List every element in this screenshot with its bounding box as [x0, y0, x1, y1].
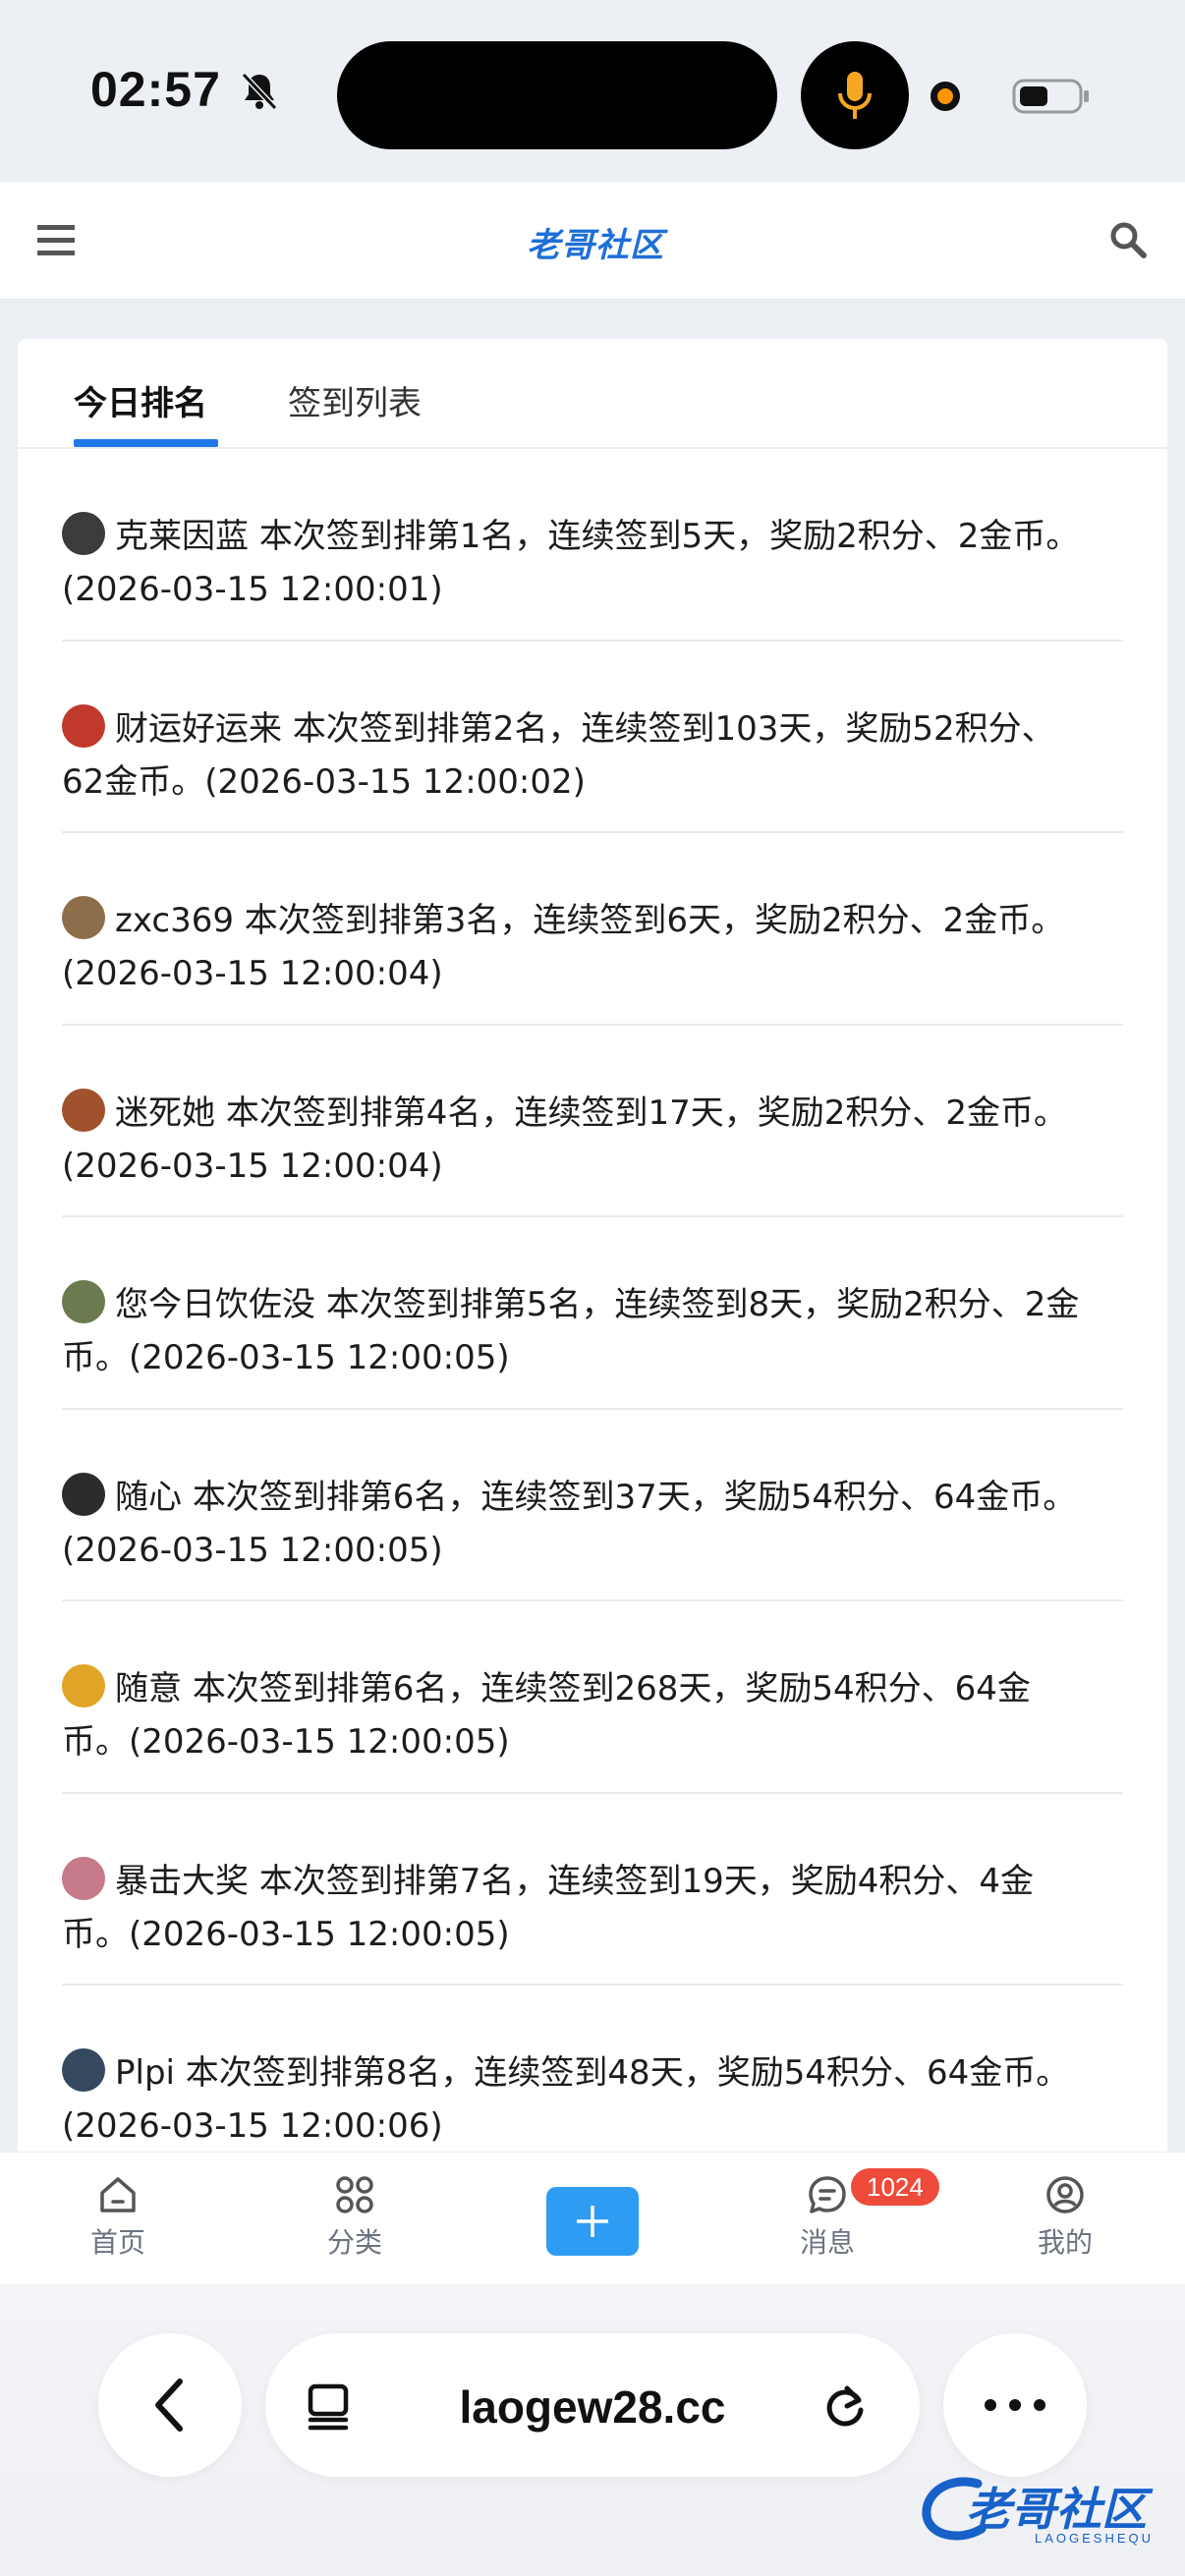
messages-badge: 1024: [851, 2168, 939, 2206]
checkin-time: (2026-03-15 12:00:04): [62, 954, 443, 993]
user-name[interactable]: 您今日饮佐没: [115, 1285, 315, 1324]
nav-category[interactable]: 分类: [296, 2174, 414, 2261]
checkin-time: 币。(2026-03-15 12:00:05): [62, 1338, 510, 1377]
avatar[interactable]: [62, 1280, 105, 1323]
bottom-nav: 首页 分类 消息 我的: [0, 2152, 1185, 2284]
list-item: 暴击大奖 本次签到排第7名，连续签到19天，奖励4积分、4金 币。(2026-0…: [62, 1794, 1123, 1986]
checkin-text: 本次签到排第3名，连续签到6天，奖励2积分、2金币。: [244, 901, 1065, 940]
site-logo[interactable]: 老哥社区: [527, 217, 664, 266]
list-item: 随意 本次签到排第6名，连续签到268天，奖励54积分、64金 币。(2026-…: [62, 1601, 1123, 1794]
checkin-text: 本次签到排第6名，连续签到268天，奖励54积分、64金: [192, 1669, 1031, 1708]
avatar[interactable]: [62, 2048, 105, 2092]
chevron-left-icon: [155, 2379, 183, 2432]
checkin-time: 币。(2026-03-15 12:00:05): [62, 1914, 510, 1954]
search-icon[interactable]: [1108, 220, 1148, 259]
user-name[interactable]: 暴击大奖: [115, 1862, 249, 1901]
status-time: 02:57: [90, 62, 221, 117]
watermark-text: 老哥社区: [966, 2483, 1147, 2536]
checkin-time: 币。(2026-03-15 12:00:05): [62, 1722, 510, 1762]
battery-icon: [1012, 79, 1089, 114]
tab-today-rank[interactable]: 今日排名: [74, 376, 207, 424]
ellipsis-icon: [985, 2399, 1045, 2411]
checkin-text: 本次签到排第8名，连续签到48天，奖励54积分、64金币。: [185, 2053, 1070, 2093]
plus-icon: [577, 2206, 608, 2237]
dynamic-island: [337, 41, 777, 149]
user-name[interactable]: 迷死她: [115, 1093, 215, 1133]
user-name[interactable]: 财运好运来: [115, 709, 282, 749]
list-item: 克莱因蓝 本次签到排第1名，连续签到5天，奖励2积分、2金币。 (2026-03…: [62, 449, 1123, 642]
nav-mine-label: 我的: [1037, 2226, 1093, 2259]
user-name[interactable]: Plpi: [115, 2053, 175, 2093]
list-item: Plpi 本次签到排第8名，连续签到48天，奖励54积分、64金币。 (2026…: [62, 1986, 1123, 2156]
checkin-text: 本次签到排第2名，连续签到103天，奖励52积分、: [292, 708, 1055, 749]
checkin-time: (2026-03-15 12:00:06): [62, 2106, 443, 2146]
checkin-text: 本次签到排第5名，连续签到8天，奖励2积分、2金: [325, 1285, 1080, 1324]
address-bar[interactable]: laogew28.cc: [265, 2333, 920, 2477]
user-name[interactable]: 随心: [115, 1478, 182, 1517]
list-item: 您今日饮佐没 本次签到排第5名，连续签到8天，奖励2积分、2金 币。(2026-…: [62, 1217, 1123, 1410]
checkin-text: 本次签到排第7名，连续签到19天，奖励4积分、4金: [258, 1861, 1034, 1901]
list-item: 随心 本次签到排第6名，连续签到37天，奖励54积分、64金币。 (2026-0…: [62, 1410, 1123, 1601]
reload-icon[interactable]: [821, 2380, 871, 2430]
user-circle-icon: [1046, 2176, 1084, 2213]
chat-icon: [809, 2176, 846, 2213]
tab-bar: 今日排名 签到列表: [18, 339, 1167, 449]
avatar[interactable]: [62, 1664, 105, 1708]
back-button[interactable]: [98, 2333, 242, 2477]
avatar[interactable]: [62, 1472, 105, 1516]
avatar[interactable]: [62, 703, 105, 748]
user-name[interactable]: 随意: [115, 1669, 182, 1708]
avatar[interactable]: [62, 1856, 105, 1900]
user-name[interactable]: 克莱因蓝: [115, 517, 249, 556]
checkin-card: 今日排名 签到列表 克莱因蓝 本次签到排第1名，连续签到5天，奖励2积分、2金币…: [18, 339, 1167, 2156]
microphone-icon: [838, 72, 872, 119]
checkin-time: 62金币。(2026-03-15 12:00:02): [62, 761, 586, 802]
rank-list: 克莱因蓝 本次签到排第1名，连续签到5天，奖励2积分、2金币。 (2026-03…: [62, 449, 1123, 2156]
nav-category-label: 分类: [326, 2226, 382, 2259]
mic-indicator: [801, 41, 909, 149]
grid-icon: [336, 2176, 373, 2213]
bell-off-icon: [241, 72, 278, 111]
menu-icon[interactable]: [35, 221, 79, 260]
nav-messages-label: 消息: [799, 2226, 855, 2259]
checkin-time: (2026-03-15 12:00:05): [62, 1530, 443, 1570]
avatar[interactable]: [62, 896, 105, 939]
active-tab-indicator: [74, 439, 218, 447]
checkin-text: 本次签到排第1名，连续签到5天，奖励2积分、2金币。: [258, 517, 1080, 556]
recording-dot: [931, 82, 960, 111]
site-header: 老哥社区: [0, 182, 1185, 300]
list-item: zxc369 本次签到排第3名，连续签到6天，奖励2积分、2金币。 (2026-…: [62, 833, 1123, 1026]
list-item: 迷死她 本次签到排第4名，连续签到17天，奖励2积分、2金币。 (2026-03…: [62, 1026, 1123, 1217]
user-name[interactable]: zxc369: [115, 901, 234, 940]
avatar[interactable]: [62, 1088, 105, 1132]
avatar[interactable]: [62, 512, 105, 555]
watermark-logo: 老哥社区 LAOGESHEQU: [919, 2466, 1174, 2554]
tab-checkin-list[interactable]: 签到列表: [288, 376, 422, 424]
logo-text: 老哥社区: [527, 225, 664, 265]
watermark-subtext: LAOGESHEQU: [1035, 2531, 1155, 2546]
nav-home-label: 首页: [89, 2226, 145, 2259]
checkin-time: (2026-03-15 12:00:01): [62, 570, 443, 609]
add-post-button[interactable]: [546, 2187, 639, 2256]
home-icon: [100, 2177, 136, 2212]
checkin-time: (2026-03-15 12:00:04): [62, 1146, 443, 1186]
nav-home[interactable]: 首页: [59, 2174, 177, 2261]
list-item: 财运好运来 本次签到排第2名，连续签到103天，奖励52积分、 62金币。(20…: [62, 642, 1123, 833]
more-button[interactable]: [943, 2333, 1087, 2477]
status-bar: 02:57: [0, 0, 1185, 182]
nav-mine[interactable]: 我的: [1006, 2174, 1124, 2261]
checkin-text: 本次签到排第4名，连续签到17天，奖励2积分、2金币。: [225, 1092, 1067, 1133]
checkin-text: 本次签到排第6名，连续签到37天，奖励54积分、64金币。: [192, 1477, 1077, 1517]
